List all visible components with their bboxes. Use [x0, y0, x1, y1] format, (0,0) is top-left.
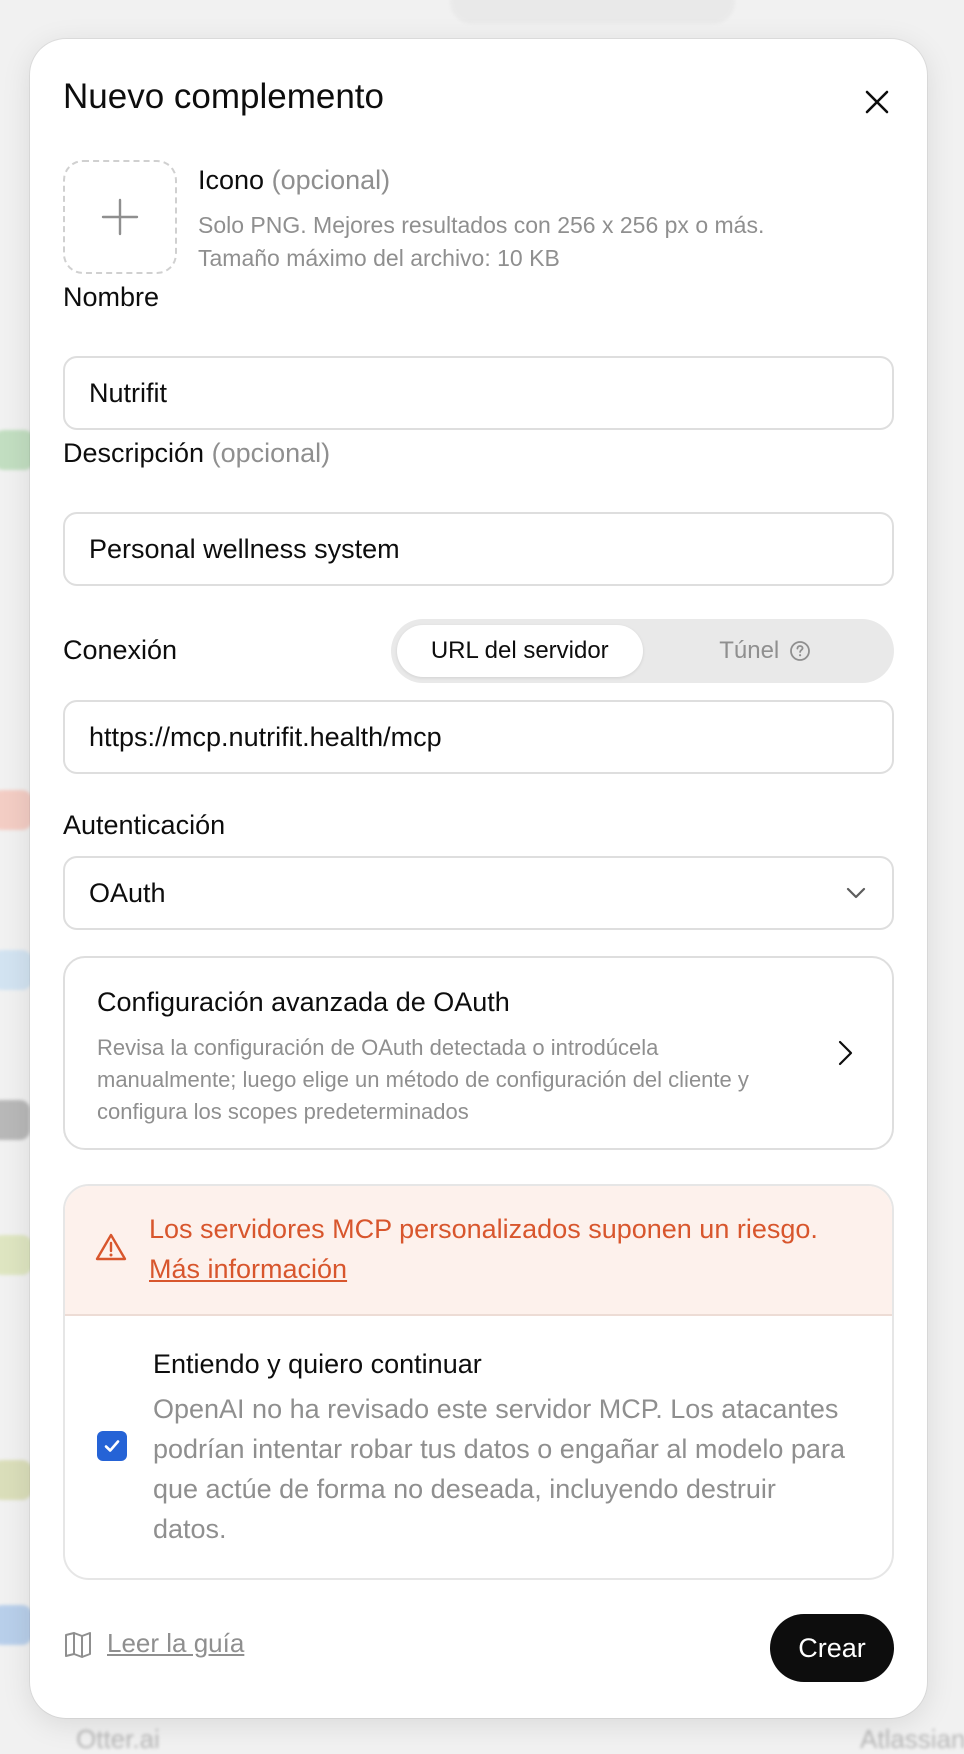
background-app-icon — [0, 790, 32, 830]
icon-upload-dropzone[interactable] — [63, 160, 177, 274]
acknowledge-description: OpenAI no ha revisado este servidor MCP.… — [153, 1394, 845, 1544]
background-app-icon — [0, 430, 34, 470]
description-label-text: Descripción — [63, 438, 205, 468]
optional-tag: (opcional) — [211, 438, 331, 468]
background-app-icon — [0, 1235, 32, 1275]
name-input[interactable] — [63, 356, 894, 430]
auth-select[interactable]: OAuth — [63, 856, 894, 930]
acknowledge-title: Entiendo y quiero continuar — [153, 1349, 482, 1379]
connection-label: Conexión — [63, 635, 178, 665]
chevron-right-icon — [838, 1040, 853, 1066]
checkmark-icon — [104, 1440, 120, 1452]
description-label: Descripción (opcional) — [63, 438, 330, 469]
optional-tag: (opcional) — [271, 165, 391, 195]
background-app-icon — [0, 1605, 32, 1645]
risk-warning-banner: Los servidores MCP personalizados supone… — [65, 1186, 892, 1316]
plus-icon — [101, 198, 139, 236]
close-button[interactable] — [852, 77, 902, 127]
create-button[interactable]: Crear — [770, 1614, 894, 1682]
background-app-icon — [0, 950, 32, 990]
read-guide-link[interactable]: Leer la guía — [63, 1628, 244, 1659]
read-guide-label: Leer la guía — [107, 1628, 245, 1658]
auth-label: Autenticación — [63, 810, 226, 840]
background-app-label: Atlassian — [860, 1724, 964, 1754]
risk-warning-text: Los servidores MCP personalizados supone… — [149, 1209, 849, 1289]
tunnel-option[interactable]: Túnel — [643, 625, 889, 677]
advanced-oauth-card[interactable]: Configuración avanzada de OAuth Revisa l… — [63, 956, 894, 1150]
name-label: Nombre — [63, 282, 160, 312]
background-search-pill — [450, 0, 735, 24]
risk-warning-block: Los servidores MCP personalizados supone… — [63, 1184, 894, 1580]
warning-triangle-icon — [95, 1233, 127, 1261]
chevron-down-icon — [846, 887, 866, 899]
icon-hint-line: Solo PNG. Mejores resultados con 256 x 2… — [198, 212, 765, 238]
learn-more-link[interactable]: Más información — [149, 1254, 347, 1284]
icon-label-text: Icono — [198, 165, 265, 195]
new-plugin-dialog: Nuevo complemento Icono (opcional) Solo … — [30, 39, 927, 1718]
description-input[interactable] — [63, 512, 894, 586]
icon-hint: Solo PNG. Mejores resultados con 256 x 2… — [198, 209, 764, 275]
icon-hint-line: Tamaño máximo del archivo: 10 KB — [198, 245, 560, 271]
close-icon — [865, 90, 889, 114]
connection-toggle: URL del servidor Túnel — [391, 619, 894, 683]
risk-warning-message: Los servidores MCP personalizados supone… — [149, 1214, 818, 1244]
dialog-title: Nuevo complemento — [63, 77, 384, 116]
tunnel-option-label: Túnel — [719, 637, 780, 664]
server-url-option-label: URL del servidor — [430, 637, 609, 664]
background-app-icon — [0, 1460, 32, 1500]
help-circle-icon[interactable] — [789, 640, 811, 662]
icon-field-label: Icono (opcional) — [198, 165, 390, 196]
auth-select-value: OAuth — [89, 877, 166, 908]
background-app-icon — [0, 1100, 30, 1140]
server-url-option[interactable]: URL del servidor — [397, 625, 643, 677]
acknowledge-checkbox[interactable] — [97, 1431, 127, 1461]
background-app-label: Otter.ai — [76, 1724, 160, 1754]
book-icon — [65, 1631, 91, 1658]
advanced-oauth-title: Configuración avanzada de OAuth — [97, 987, 510, 1017]
advanced-oauth-description: Revisa la configuración de OAuth detecta… — [97, 1035, 749, 1124]
server-url-input[interactable] — [63, 700, 894, 774]
